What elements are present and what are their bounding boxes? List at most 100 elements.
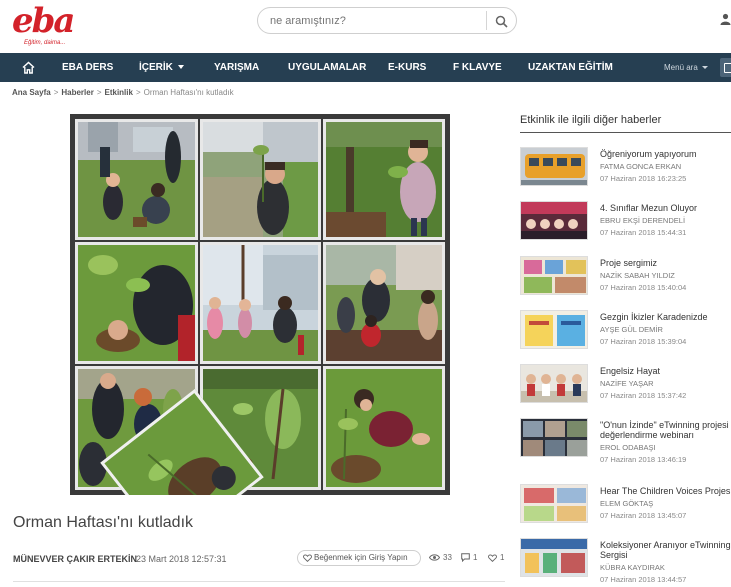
related-news-headline: Engelsiz Hayat: [600, 366, 661, 376]
related-news-headline: Proje sergimiz: [600, 258, 658, 268]
top-header: eba Eğitim, daima...: [0, 0, 731, 52]
related-news-date: 07 Haziran 2018 15:39:04: [600, 337, 687, 346]
related-news-item[interactable]: Hear The Children Voices Projes ELEM GÖK…: [520, 484, 731, 528]
views-value: 33: [443, 553, 452, 562]
related-news-author: ELEM GÖKTAŞ: [600, 499, 654, 508]
menu-search-toggle[interactable]: Menü ara: [664, 53, 708, 82]
eba-logo[interactable]: eba Eğitim, daima...: [12, 4, 82, 48]
logo-tagline: Eğitim, daima...: [24, 40, 66, 46]
related-news-item[interactable]: Gezgin İkizler Karadenizde AYŞE GÜL DEMİ…: [520, 310, 731, 354]
related-news-item[interactable]: Koleksiyoner Aranıyor eTwinning Sergisi …: [520, 538, 731, 584]
related-news-item[interactable]: Öğreniyorum yapıyorum FATMA GONCA ERKAN …: [520, 147, 731, 191]
breadcrumb-separator: >: [96, 88, 102, 97]
related-news-thumbnail: [520, 538, 588, 577]
related-news-date: 07 Haziran 2018 15:40:04: [600, 283, 687, 292]
chevron-down-icon: [177, 65, 184, 70]
nav-yarisma[interactable]: YARIŞMA: [214, 53, 259, 82]
related-news-headline: Öğreniyorum yapıyorum: [600, 149, 697, 159]
related-news-thumbnail: [520, 418, 588, 457]
photo-girl-with-plant: [326, 122, 442, 237]
article-date: 23 Mart 2018 12:57:31: [136, 554, 227, 564]
related-news-item[interactable]: 4. Sınıflar Mezun Oluyor EBRU EKŞİ DEREN…: [520, 201, 731, 245]
related-news-author: FATMA GONCA ERKAN: [600, 162, 682, 171]
search-input[interactable]: [270, 13, 480, 29]
breadcrumb-separator: >: [53, 88, 59, 97]
photo-group-children: [203, 245, 318, 361]
likes-value: 1: [500, 553, 505, 562]
related-news-author: EBRU EKŞİ DERENDELİ: [600, 216, 686, 225]
collage-photo: [200, 119, 321, 240]
related-news-headline: 4. Sınıflar Mezun Oluyor: [600, 203, 698, 213]
photo-boy-with-sapling: [203, 122, 318, 237]
logo-wordmark: eba: [12, 1, 75, 41]
comments-value: 1: [473, 553, 478, 562]
related-news-thumbnail: [520, 147, 588, 186]
photo-girl-kneeling: [326, 369, 442, 487]
like-login-button[interactable]: Beğenmek için Giriş Yapın: [297, 550, 421, 566]
related-news-item[interactable]: Engelsiz Hayat NAZİFE YAŞAR 07 Haziran 2…: [520, 364, 731, 408]
article-author[interactable]: MÜNEVVER ÇAKIR ERTEKİN: [13, 554, 137, 564]
search-button[interactable]: [489, 10, 513, 32]
like-button-label: Beğenmek için Giriş Yapın: [314, 553, 408, 562]
related-news-author: NAZİFE YAŞAR: [600, 379, 654, 388]
nav-eba-ders[interactable]: EBA DERS: [62, 53, 113, 82]
comment-icon: [461, 553, 470, 562]
related-news-author: NAZİK SABAH YILDIZ: [600, 271, 675, 280]
likes-count: 1: [488, 553, 504, 562]
photo-teacher-and-kids: [326, 245, 442, 361]
related-news-headline: "O'nun İzinde" eTwinning projesi değerle…: [600, 420, 729, 440]
chevron-down-icon: [701, 66, 708, 70]
nav-e-kurs[interactable]: E-KURS: [388, 53, 426, 82]
article-photo-collage[interactable]: [70, 114, 450, 495]
related-news-headline: Hear The Children Voices Projes: [600, 486, 731, 496]
nav-icerik-label: İÇERİK: [139, 62, 173, 73]
nav-uygulamalar[interactable]: UYGULAMALAR: [288, 53, 366, 82]
search-box: [257, 7, 517, 34]
related-news-divider: [520, 132, 731, 133]
views-count: 33: [429, 553, 452, 562]
comments-count[interactable]: 1: [461, 553, 477, 562]
related-news-headline: Gezgin İkizler Karadenizde: [600, 312, 708, 322]
collage-photo: [75, 242, 198, 364]
apps-icon[interactable]: [720, 58, 731, 77]
collage-photo: [323, 242, 445, 364]
related-news-author: EROL ODABAŞI: [600, 443, 656, 452]
breadcrumb-haberler[interactable]: Haberler: [61, 88, 93, 97]
collage-photo: [323, 119, 445, 240]
breadcrumb: Ana Sayfa > Haberler > Etkinlik > Orman Haftas…: [12, 88, 234, 97]
nav-f-klavye[interactable]: F KLAVYE: [453, 53, 502, 82]
photo-hands-planting: [78, 245, 195, 361]
related-news-headline: Koleksiyoner Aranıyor eTwinning Sergisi: [600, 540, 731, 560]
related-news-author: KÜBRA KAYDIRAK: [600, 563, 665, 572]
related-news-thumbnail: [520, 484, 588, 523]
related-news-date: 07 Haziran 2018 15:37:42: [600, 391, 687, 400]
related-news-thumbnail: [520, 310, 588, 349]
breadcrumb-etkinlik[interactable]: Etkinlik: [105, 88, 133, 97]
eye-icon: [429, 554, 440, 561]
user-icon[interactable]: [720, 13, 731, 25]
breadcrumb-current: Orman Haftası'nı kutladık: [143, 88, 234, 97]
related-news-thumbnail: [520, 256, 588, 295]
home-icon[interactable]: [22, 61, 35, 74]
photo-children-planting: [78, 122, 195, 237]
related-news-thumbnail: [520, 364, 588, 403]
search-icon: [495, 15, 508, 28]
related-news-date: 07 Haziran 2018 13:45:07: [600, 511, 687, 520]
related-news-item[interactable]: "O'nun İzinde" eTwinning projesi değerle…: [520, 418, 731, 464]
related-news-date: 07 Haziran 2018 13:44:57: [600, 575, 687, 584]
collage-photo: [200, 242, 321, 364]
collage-photo: [75, 119, 198, 240]
related-news-title: Etkinlik ile ilgili diğer haberler: [520, 114, 662, 126]
collage-photo: [323, 366, 445, 490]
nav-icerik[interactable]: İÇERİK: [139, 53, 184, 82]
nav-uzaktan-egitim[interactable]: UZAKTAN EĞİTİM: [528, 53, 613, 82]
menu-search-label: Menü ara: [664, 63, 698, 72]
main-navbar: EBA DERS İÇERİK YARIŞMA UYGULAMALAR E-KU…: [0, 53, 731, 82]
related-news-author: AYŞE GÜL DEMİR: [600, 325, 663, 334]
related-news-item[interactable]: Proje sergimiz NAZİK SABAH YILDIZ 07 Haz…: [520, 256, 731, 300]
breadcrumb-home[interactable]: Ana Sayfa: [12, 88, 51, 97]
article-title: Orman Haftası'nı kutladık: [13, 514, 194, 531]
related-news-date: 07 Haziran 2018 16:23:25: [600, 174, 687, 183]
divider: [13, 581, 505, 582]
heart-icon: [488, 553, 497, 562]
